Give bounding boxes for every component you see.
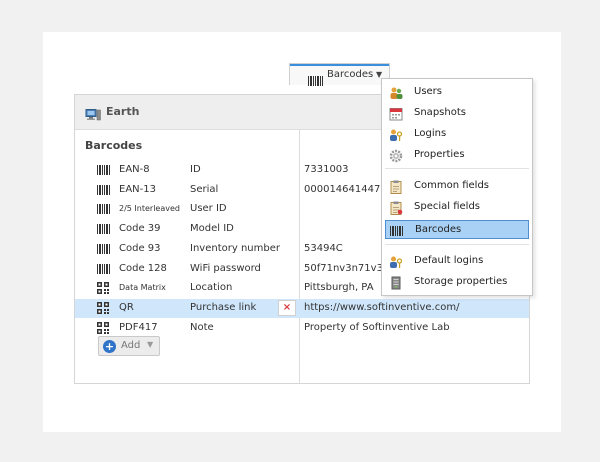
matrix-code-icon [97,321,109,337]
add-button-label: Add [121,340,141,351]
field-value: 000014641447 [304,183,381,195]
menu-item-label: Barcodes [415,224,462,235]
menu-item-barcodes[interactable]: Barcodes [385,220,529,239]
tab-barcodes[interactable]: Barcodes ▼ [289,63,390,86]
barcode-icon [308,71,323,90]
users-icon [389,85,403,99]
plus-icon: + [103,340,116,353]
barcode-type: Code 128 [119,262,167,274]
field-name: Purchase link [190,301,257,313]
menu-item-label: Snapshots [414,107,466,118]
calendar-icon [389,106,403,121]
barcode-type: 2/5 Interleaved [119,204,180,214]
field-name: User ID [190,203,227,215]
barcode-icon [97,263,111,277]
gear-icon [389,148,403,163]
menu-item-default-logins[interactable]: Default logins [385,252,529,271]
clipboard-icon [389,200,403,215]
barcode-type: EAN-8 [119,164,150,175]
field-value: Property of Softinventive Lab [304,321,450,333]
menu-item-storage-properties[interactable]: Storage properties [385,273,529,292]
menu-item-logins[interactable]: Logins [385,125,529,144]
menu-separator [385,168,529,169]
barcode-type: Data Matrix [119,283,166,293]
delete-row-button[interactable]: × [278,299,296,316]
qr-code-icon [97,301,109,317]
matrix-code-icon [97,282,109,297]
field-value: 53494C [304,242,343,254]
barcode-type: EAN-13 [119,183,156,195]
tab-active-indicator [290,64,389,66]
menu-item-properties[interactable]: Properties [385,146,529,165]
view-dropdown-menu: Users Snapshots Logins Properties Common… [381,78,533,296]
storage-icon [389,275,403,290]
field-value: https://www.softinventive.com/ [304,301,460,313]
barcode-icon [97,184,111,198]
menu-item-label: Users [414,86,443,97]
field-name: Model ID [190,223,234,235]
field-name: Note [190,321,214,333]
menu-item-users[interactable]: Users [385,83,529,102]
barcode-type: QR [119,301,134,313]
menu-separator [385,244,529,245]
key-user-icon [389,127,403,141]
chevron-down-icon: ▼ [147,340,154,349]
field-value: Pittsburgh, PA [304,282,374,294]
menu-item-common-fields[interactable]: Common fields [385,177,529,196]
key-user-icon [389,254,403,268]
table-row[interactable]: PDF417 Note Property of Softinventive Lab [75,319,529,338]
field-value: 50f71nv3n71v3 [304,262,383,274]
menu-item-label: Logins [414,128,447,139]
table-row[interactable]: QR Purchase link × https://www.softinventiv… [75,298,529,318]
computer-icon [85,106,101,125]
clipboard-icon [389,179,403,194]
barcode-icon [97,224,111,237]
menu-item-label: Storage properties [414,276,508,287]
add-button[interactable]: + Add ▼ [98,336,160,356]
barcode-icon [97,243,111,257]
field-value: 7331003 [304,164,349,175]
barcode-type: Code 39 [119,223,161,235]
menu-item-snapshots[interactable]: Snapshots [385,104,529,123]
field-name: Location [190,282,233,294]
section-title: Barcodes [85,139,143,152]
menu-item-label: Default logins [414,255,484,266]
field-name: Serial [190,183,219,195]
tab-barcodes-label: Barcodes [327,69,374,80]
barcode-type: PDF417 [119,321,158,333]
menu-item-label: Special fields [414,201,480,212]
barcode-icon [390,223,404,237]
field-name: WiFi password [190,262,261,274]
field-name: ID [190,164,201,175]
menu-item-special-fields[interactable]: Special fields [385,198,529,217]
barcode-icon [97,204,111,217]
field-name: Inventory number [190,242,280,254]
menu-item-label: Properties [414,149,465,160]
menu-item-label: Common fields [414,180,490,191]
barcode-icon [97,165,111,178]
panel-title: Earth [106,105,140,118]
barcode-type: Code 93 [119,242,161,254]
